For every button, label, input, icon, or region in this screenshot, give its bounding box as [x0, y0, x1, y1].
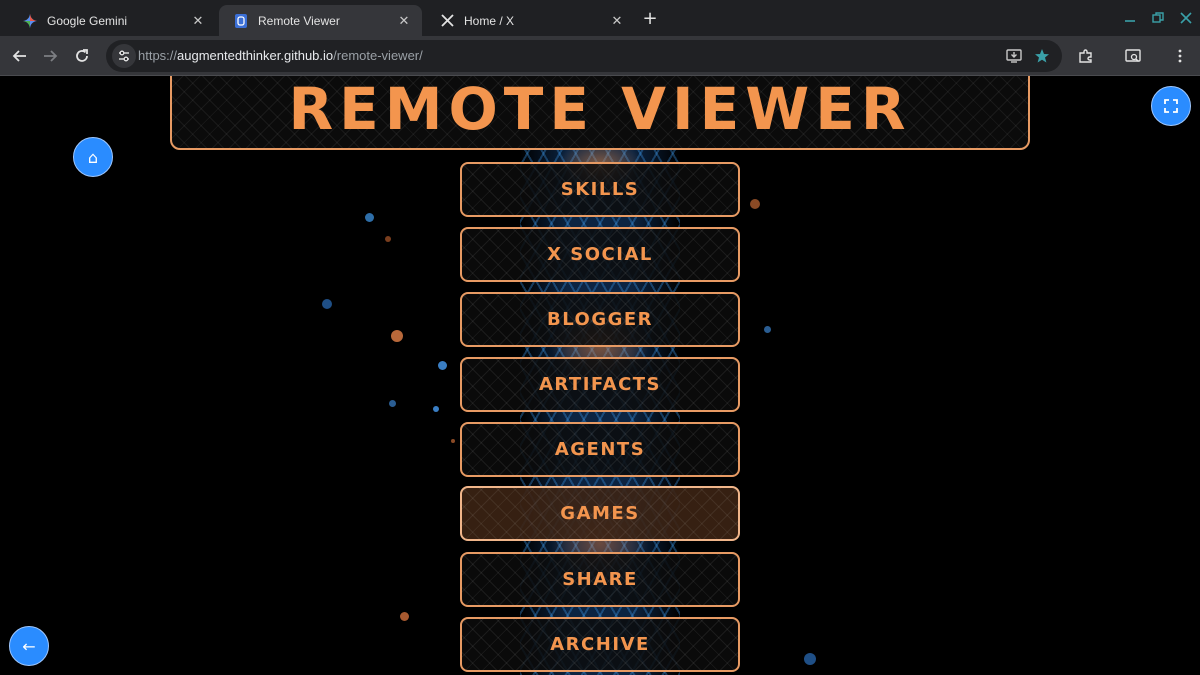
fullscreen-icon [1164, 99, 1178, 113]
particle [365, 213, 374, 222]
forward-button[interactable] [38, 44, 62, 68]
home-button[interactable]: ⌂ [73, 137, 113, 177]
gemini-icon [22, 13, 38, 29]
window-close-icon[interactable] [1176, 8, 1196, 28]
arrow-left-icon [12, 50, 26, 62]
menu-button-archive[interactable]: ARCHIVE [460, 617, 740, 672]
back-button[interactable] [8, 44, 32, 68]
remote-viewer-favicon [233, 13, 249, 29]
close-icon[interactable]: ✕ [190, 13, 206, 29]
tab-remote-viewer[interactable]: Remote Viewer ✕ [219, 5, 422, 36]
close-icon[interactable]: ✕ [396, 13, 412, 29]
page-title: REMOTE VIEWER [288, 76, 912, 143]
more-vertical-icon [1178, 49, 1182, 63]
menu-button-artifacts[interactable]: ARTIFACTS [460, 357, 740, 412]
particle [451, 439, 455, 443]
site-info-icon[interactable] [112, 44, 136, 68]
install-app-icon[interactable] [1004, 46, 1024, 66]
browser-toolbar: https://augmentedthinker.github.io/remot… [0, 36, 1200, 76]
address-bar[interactable]: https://augmentedthinker.github.io/remot… [106, 40, 1062, 72]
menu-button-skills[interactable]: SKILLS [460, 162, 740, 217]
url-path: /remote-viewer/ [333, 48, 423, 63]
url-host: augmentedthinker.github.io [177, 48, 334, 63]
particle [750, 199, 760, 209]
particle [322, 299, 332, 309]
puzzle-icon [1079, 49, 1092, 63]
title-banner: REMOTE VIEWER [170, 76, 1030, 150]
menu-button[interactable] [1168, 44, 1192, 68]
menu-button-blogger[interactable]: BLOGGER [460, 292, 740, 347]
menu-button-agents[interactable]: AGENTS [460, 422, 740, 477]
reload-button[interactable] [70, 44, 94, 68]
url-scheme: https:// [138, 48, 178, 63]
tab-google-gemini[interactable]: Google Gemini ✕ [8, 5, 216, 36]
particle [804, 653, 816, 665]
particle [400, 612, 409, 621]
menu-button-games[interactable]: GAMES [460, 486, 740, 541]
tab-search-button[interactable] [1121, 44, 1145, 68]
particle [389, 400, 396, 407]
new-tab-button[interactable]: + [640, 8, 660, 29]
back-nav-button[interactable]: ← [9, 626, 49, 666]
arrow-left-icon: ← [22, 636, 36, 656]
tab-title: Remote Viewer [258, 13, 340, 28]
url-text: https://augmentedthinker.github.io/remot… [138, 48, 423, 63]
particle [764, 326, 771, 333]
minimize-icon[interactable] [1120, 8, 1140, 28]
x-logo-icon [439, 13, 455, 29]
particle [391, 330, 403, 342]
fullscreen-button[interactable] [1151, 86, 1191, 126]
menu-button-x-social[interactable]: X SOCIAL [460, 227, 740, 282]
tab-title: Home / X [464, 13, 515, 28]
menu-button-share[interactable]: SHARE [460, 552, 740, 607]
particle [385, 236, 391, 242]
close-icon[interactable]: ✕ [609, 13, 625, 29]
tab-search-icon [1125, 49, 1141, 62]
arrow-right-icon [44, 50, 58, 62]
reload-icon [76, 49, 88, 62]
restore-icon[interactable] [1148, 8, 1168, 28]
home-icon: ⌂ [87, 147, 99, 167]
tab-strip: Google Gemini ✕ Remote Viewer ✕ Home / X… [0, 0, 1200, 36]
particle [438, 361, 447, 370]
tab-title: Google Gemini [47, 13, 128, 28]
bookmark-star-icon[interactable] [1032, 46, 1052, 66]
particle [433, 406, 439, 412]
tab-home-x[interactable]: Home / X ✕ [425, 5, 635, 36]
page-viewport: REMOTE VIEWER SKILLS X SOCIAL BLOGGER AR… [0, 76, 1200, 675]
extensions-button[interactable] [1074, 44, 1098, 68]
